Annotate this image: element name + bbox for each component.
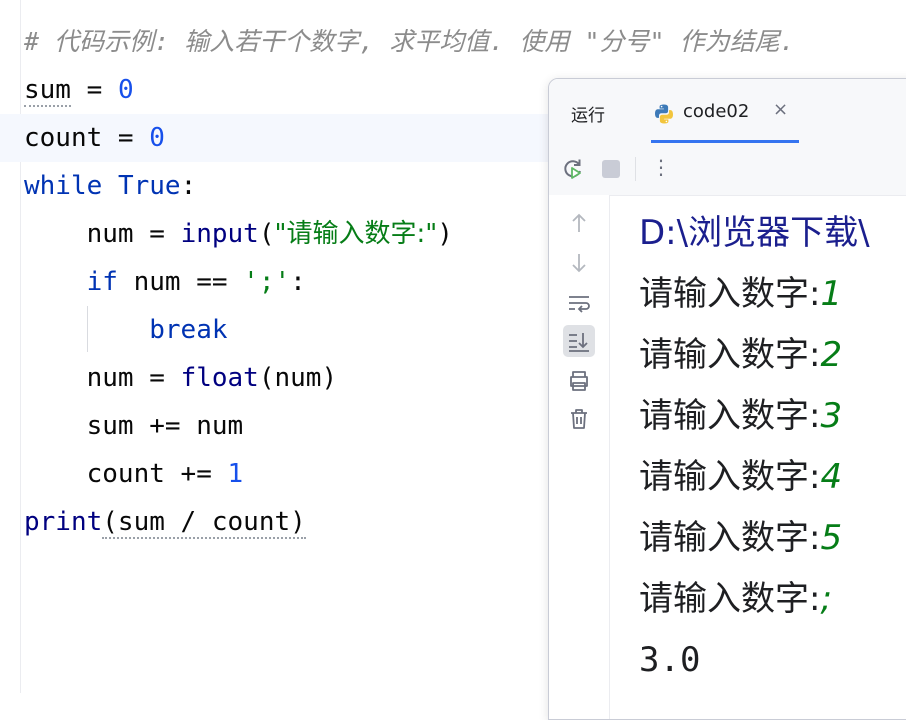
- python-icon: [655, 104, 673, 124]
- code-comment: # 代码示例: 输入若干个数字, 求平均值. 使用 "分号" 作为结尾.: [24, 27, 795, 56]
- code-token-number: 0: [149, 123, 165, 153]
- close-icon[interactable]: ×: [773, 99, 788, 120]
- code-token-ident: num: [86, 219, 134, 249]
- code-token-indent: [24, 411, 87, 441]
- code-line-6[interactable]: break: [24, 306, 228, 354]
- console-user-input: 5: [820, 518, 843, 558]
- code-token-indent: [24, 315, 149, 345]
- code-token-op: =: [102, 123, 150, 153]
- run-panel-title: 运行: [571, 106, 605, 126]
- console-line: 请输入数字:;: [639, 569, 870, 630]
- console-prompt: 请输入数字:: [639, 396, 821, 436]
- code-token-keyword: break: [149, 315, 228, 345]
- gutter-divider: [20, 0, 21, 693]
- trash-icon[interactable]: [563, 403, 595, 435]
- console-user-input: ;: [820, 579, 832, 619]
- more-icon[interactable]: ⋮: [651, 155, 671, 179]
- code-line-3[interactable]: while True:: [24, 162, 196, 210]
- code-line-8[interactable]: sum += num: [24, 402, 244, 450]
- code-token-function: print: [24, 507, 103, 537]
- code-token-indent: [24, 363, 87, 393]
- soft-wrap-icon[interactable]: [563, 287, 595, 319]
- code-token-ident: sum: [24, 75, 71, 107]
- console-line: 请输入数字:3: [639, 386, 870, 447]
- run-toolbar: ⋮: [549, 143, 906, 196]
- code-token-string: ';': [243, 267, 291, 297]
- code-token-colon: :: [180, 171, 197, 201]
- run-panel-header: 运行 code02 ×: [549, 79, 906, 144]
- console-path-line: D:\浏览器下载\: [639, 213, 870, 253]
- console-user-input: 3: [820, 396, 843, 436]
- console-user-input: 1: [820, 274, 843, 314]
- rerun-icon[interactable]: [559, 155, 587, 183]
- code-token-indent: [24, 459, 87, 489]
- code-line-comment[interactable]: # 代码示例: 输入若干个数字, 求平均值. 使用 "分号" 作为结尾.: [24, 18, 795, 66]
- console-prompt: 请输入数字:: [639, 457, 821, 497]
- code-token-args: (sum / count): [102, 507, 306, 539]
- code-token-statement: sum += num: [86, 411, 244, 441]
- code-token-op: =: [133, 219, 181, 249]
- console-prompt: 请输入数字:: [639, 518, 821, 558]
- code-line-5[interactable]: if num == ';':: [24, 258, 306, 306]
- code-token-ident: num: [86, 363, 134, 393]
- code-token-op: =: [133, 363, 181, 393]
- code-line-9[interactable]: count += 1: [24, 450, 244, 498]
- console-line: 请输入数字:1: [639, 264, 870, 325]
- code-token-args: (num): [258, 363, 338, 393]
- console-prompt: 请输入数字:: [639, 579, 821, 619]
- console-line: 请输入数字:2: [639, 325, 870, 386]
- console-side-toolbar: [549, 195, 610, 719]
- code-line-7[interactable]: num = float(num): [24, 354, 338, 402]
- code-token-keyword: if: [86, 267, 118, 297]
- run-tool-window: 运行 code02 × ⋮ D:\浏览器下载\ 请输入数字:1 请输入数字:2 …: [548, 78, 906, 720]
- code-token-statement: count +=: [86, 459, 228, 489]
- code-token-keyword: while: [24, 171, 103, 201]
- print-icon[interactable]: [563, 365, 595, 397]
- code-line-2[interactable]: count = 0: [0, 114, 584, 162]
- code-token-keyword: True: [117, 171, 181, 201]
- up-arrow-icon[interactable]: [563, 207, 595, 239]
- stop-icon[interactable]: [597, 155, 625, 183]
- code-line-1[interactable]: sum = 0: [24, 66, 134, 114]
- console-output[interactable]: D:\浏览器下载\ 请输入数字:1 请输入数字:2 请输入数字:3 请输入数字:…: [639, 203, 870, 691]
- run-tab-code02[interactable]: code02 ×: [651, 89, 799, 143]
- console-line: 请输入数字:4: [639, 447, 870, 508]
- console-prompt: 请输入数字:: [639, 274, 821, 314]
- code-token-string: "请输入数字:": [274, 219, 438, 249]
- console-prompt: 请输入数字:: [639, 335, 821, 375]
- console-user-input: 2: [820, 335, 843, 375]
- console-user-input: 4: [820, 457, 843, 497]
- code-token-ident: count: [24, 123, 103, 153]
- scroll-to-end-icon[interactable]: [563, 325, 595, 357]
- toolbar-separator: [635, 157, 636, 181]
- console-result: 3.0: [639, 640, 701, 680]
- code-token-number: 1: [227, 459, 244, 489]
- code-token-function: input: [180, 219, 259, 249]
- code-token-paren: ): [437, 219, 453, 249]
- code-line-10[interactable]: print(sum / count): [24, 498, 306, 546]
- down-arrow-icon[interactable]: [563, 247, 595, 279]
- code-token-number: 0: [117, 75, 134, 105]
- code-token-op: =: [70, 75, 118, 105]
- code-token-colon: :: [290, 267, 306, 297]
- code-line-4[interactable]: num = input("请输入数字:"): [24, 210, 453, 258]
- code-token-indent: [24, 219, 87, 249]
- console-line: 请输入数字:5: [639, 508, 870, 569]
- code-token-indent: [24, 267, 87, 297]
- code-token-op: num ==: [117, 267, 244, 297]
- run-tab-label: code02: [683, 101, 750, 122]
- code-token-function: float: [180, 363, 259, 393]
- code-token-paren: (: [258, 219, 275, 249]
